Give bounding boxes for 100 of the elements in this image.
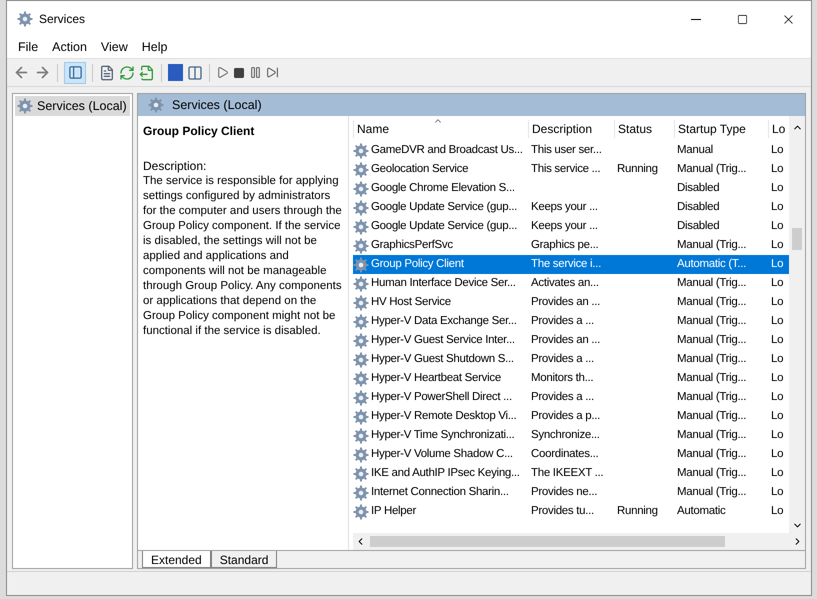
table-row[interactable]: HV Host Service Provides an ... Manual (Trig... Lo — [353, 293, 789, 312]
table-cell-text: Lo — [771, 332, 784, 348]
table-row[interactable]: Hyper-V Data Exchange Ser... Provides a ... Manual (Trig... Lo — [353, 312, 789, 331]
table-cell-text: Manual (Trig... — [677, 408, 746, 424]
table-row[interactable]: IP Helper Provides tu... Running Automatic Lo — [353, 502, 789, 521]
table-cell-text: Automatic — [677, 504, 726, 519]
table-cell-text: Lo — [771, 504, 784, 519]
table-row[interactable]: Hyper-V Heartbeat Service Monitors th... Manual (Trig... Lo — [353, 369, 789, 388]
scroll-thumb[interactable] — [370, 536, 725, 547]
table-cell-text: Lo — [771, 276, 784, 291]
horizontal-scrollbar[interactable] — [353, 533, 805, 550]
table-cell-text: Manual (Trig... — [677, 484, 746, 500]
table-cell-text: Lo — [771, 200, 784, 215]
table-cell-text: Human Interface Device Ser... — [371, 276, 516, 291]
table-cell-text: Google Update Service (gup... — [371, 200, 518, 215]
table-cell-text: Hyper-V Volume Shadow C... — [371, 446, 513, 462]
table-cell-text: Manual (Trig... — [677, 294, 746, 310]
table-cell-text: Lo — [771, 256, 784, 272]
vertical-scrollbar[interactable] — [789, 116, 805, 533]
column-header[interactable]: Name — [353, 120, 528, 138]
table-cell-text: GraphicsPerfSvc — [371, 238, 453, 253]
column-header[interactable]: Description — [528, 120, 614, 138]
export-icon[interactable] — [139, 64, 155, 80]
table-cell-text: Lo — [771, 352, 784, 367]
table-row[interactable]: Hyper-V Remote Desktop Vi... Provides a p... Manual (Trig... Lo — [353, 407, 789, 426]
table-row[interactable]: Hyper-V Guest Service Inter... Provides an ... Manual (Trig... Lo — [353, 331, 789, 350]
table-cell-text: Lo — [771, 484, 784, 500]
table-cell-text: Lo — [771, 180, 784, 196]
action-pane-icon[interactable] — [187, 64, 203, 80]
table-cell-text: The IKEEXT ... — [531, 466, 604, 481]
app-icon — [17, 11, 33, 27]
service-icon — [353, 484, 369, 500]
table-row[interactable]: Internet Connection Sharin... Provides ne... Manual (Trig... Lo — [353, 483, 789, 502]
table-row[interactable]: Hyper-V Time Synchronizati... Synchronize... Manual (Trig... Lo — [353, 426, 789, 445]
table-cell-text: Provides a p... — [531, 408, 600, 424]
table-cell-text: Provides an ... — [531, 294, 600, 310]
menu-item[interactable]: File — [11, 38, 46, 58]
table-row[interactable]: Hyper-V Volume Shadow C... Coordinates... Manual (Trig... Lo — [353, 445, 789, 464]
view-tab[interactable]: Extended — [142, 551, 211, 568]
table-cell-text: Automatic (T... — [677, 256, 746, 272]
start-icon[interactable] — [216, 66, 229, 79]
table-cell-text: Manual (Trig... — [677, 466, 746, 481]
table-row[interactable]: Geolocation Service This service ... Running Manual (Trig... Lo — [353, 160, 789, 179]
table-cell-text: Lo — [771, 218, 784, 234]
table-row[interactable]: IKE and AuthIP IPsec Keying... The IKEEXT ... Manual (Trig... Lo — [353, 464, 789, 483]
table-cell-text: Manual (Trig... — [677, 332, 746, 348]
view-tab[interactable]: Standard — [210, 551, 278, 568]
table-cell-text: Internet Connection Sharin... — [371, 484, 509, 500]
service-icon — [353, 294, 369, 310]
table-cell-text: IKE and AuthIP IPsec Keying... — [371, 466, 520, 481]
table-cell-text: GameDVR and Broadcast Us... — [371, 142, 523, 158]
service-icon — [353, 200, 369, 216]
table-cell-text: Provides ne... — [531, 484, 598, 500]
column-header[interactable]: Startup Type — [674, 120, 768, 138]
properties-icon[interactable] — [99, 64, 115, 80]
service-icon — [353, 256, 369, 272]
table-cell-text: Geolocation Service — [371, 162, 468, 177]
pause-icon[interactable] — [249, 66, 262, 79]
resume-icon[interactable] — [266, 66, 279, 79]
menu-item[interactable]: Help — [134, 38, 174, 58]
refresh-icon[interactable] — [119, 64, 135, 80]
table-cell-text: HV Host Service — [371, 294, 451, 310]
menu-item[interactable]: Action — [45, 38, 94, 58]
column-header[interactable]: Status — [614, 120, 674, 138]
table-cell-text: Manual (Trig... — [677, 446, 746, 462]
table-cell-text: Manual (Trig... — [677, 276, 746, 291]
table-row[interactable]: Hyper-V PowerShell Direct ... Provides a ... Manual (Trig... Lo — [353, 388, 789, 407]
table-row[interactable]: Google Chrome Elevation S... Disabled Lo — [353, 179, 789, 198]
show-tree-button[interactable] — [64, 62, 86, 84]
service-icon — [353, 276, 369, 292]
table-cell-text: Disabled — [677, 180, 720, 196]
scroll-thumb[interactable] — [792, 228, 802, 250]
table-row[interactable]: Group Policy Client The service i... Automatic (T... Lo — [353, 255, 789, 274]
stop-icon[interactable] — [233, 66, 245, 78]
back-icon[interactable] — [13, 64, 30, 81]
table-cell-text: IP Helper — [371, 504, 416, 519]
table-row[interactable]: Google Update Service (gup... Keeps your ... Disabled Lo — [353, 217, 789, 236]
table-row[interactable]: GraphicsPerfSvc Graphics pe... Manual (Trig... Lo — [353, 236, 789, 255]
tree-item[interactable]: Services (Local) — [15, 96, 130, 116]
table-row[interactable]: GameDVR and Broadcast Us... This user ser... Manual Lo — [353, 141, 789, 160]
panel-title: Services (Local) — [172, 96, 262, 114]
service-icon — [353, 352, 369, 368]
service-icon — [353, 162, 369, 178]
service-icon — [353, 446, 369, 462]
table-cell-text: Monitors th... — [531, 370, 594, 386]
table-cell-text: Running — [617, 162, 658, 177]
menu-item[interactable]: View — [94, 38, 135, 58]
table-row[interactable]: Google Update Service (gup... Keeps your ... Disabled Lo — [353, 198, 789, 217]
forward-icon[interactable] — [34, 64, 51, 81]
column-header[interactable]: Lo — [768, 120, 788, 138]
table-row[interactable]: Hyper-V Guest Shutdown S... Provides a ... Manual (Trig... Lo — [353, 350, 789, 369]
table-cell-text: Hyper-V Data Exchange Ser... — [371, 314, 517, 329]
table-row[interactable]: Human Interface Device Ser... Activates an... Manual (Trig... Lo — [353, 274, 789, 293]
table-cell-text: Keeps your ... — [531, 200, 598, 215]
table-cell-text: Lo — [771, 238, 784, 253]
service-icon — [353, 408, 369, 424]
table-cell-text: Synchronize... — [531, 428, 600, 443]
table-cell-text: Manual (Trig... — [677, 390, 746, 405]
table-cell-text: Manual (Trig... — [677, 352, 746, 367]
table-cell-text: Disabled — [677, 218, 720, 234]
